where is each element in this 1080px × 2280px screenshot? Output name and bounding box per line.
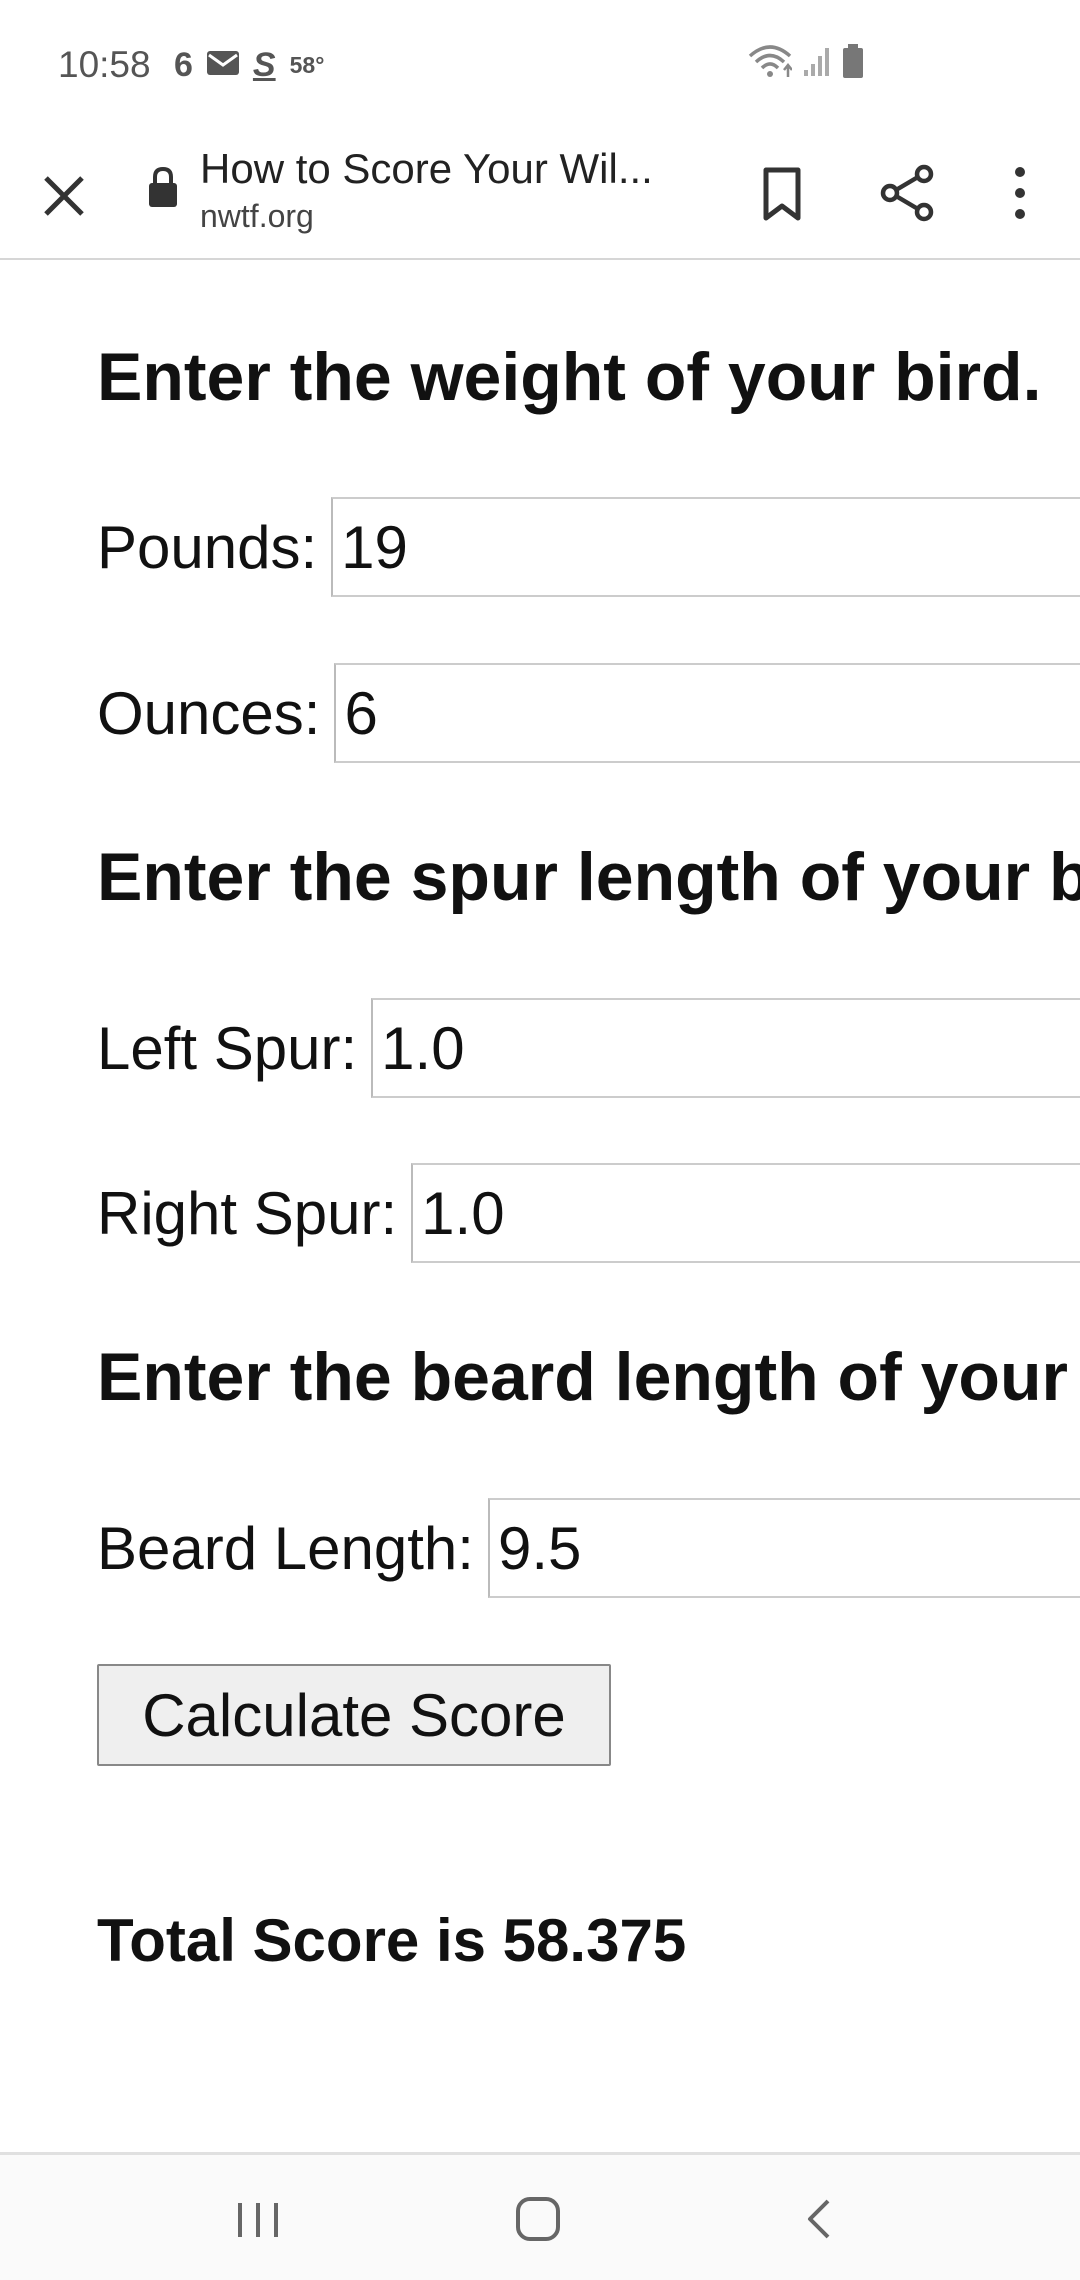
calculate-score-button[interactable]: Calculate Score (97, 1664, 611, 1766)
status-bar: 10:58 6 S 58° (0, 0, 1080, 128)
mail-icon (206, 51, 239, 80)
system-nav-bar (0, 2152, 1080, 2280)
notification-s-icon: S (252, 46, 276, 84)
close-button[interactable] (38, 160, 90, 222)
pounds-row: Pounds: (97, 497, 1080, 597)
pounds-input[interactable] (331, 497, 1080, 597)
browser-toolbar: How to Score Your Wil... nwtf.org (0, 128, 1080, 260)
recents-button[interactable] (228, 2189, 288, 2249)
page-domain: nwtf.org (200, 198, 314, 234)
signal-icon (802, 44, 832, 83)
left-spur-input[interactable] (371, 998, 1080, 1098)
temperature-text: 58° (289, 52, 325, 78)
right-spur-row: Right Spur: (97, 1163, 1080, 1263)
more-options-button[interactable] (1000, 156, 1040, 228)
ounces-input[interactable] (334, 663, 1080, 763)
home-icon (516, 2197, 560, 2241)
recents-icon (238, 2203, 278, 2237)
left-spur-row: Left Spur: (97, 998, 1080, 1098)
back-icon (808, 2199, 830, 2239)
battery-icon (842, 44, 864, 83)
lock-icon (148, 166, 178, 208)
more-vert-icon (1015, 167, 1025, 219)
share-button[interactable] (876, 156, 938, 228)
share-icon (880, 164, 934, 222)
ounces-label: Ounces: (97, 679, 321, 747)
close-icon (44, 176, 84, 216)
spur-heading: Enter the spur length of your bird. (97, 839, 1080, 915)
back-button[interactable] (790, 2189, 850, 2249)
total-score-text: Total Score is 58.375 (97, 1907, 687, 1974)
beard-row: Beard Length: (97, 1498, 1080, 1598)
pounds-label: Pounds: (97, 513, 318, 581)
right-spur-label: Right Spur: (97, 1179, 398, 1247)
notification-icons: 6 S 58° (174, 46, 324, 85)
left-spur-label: Left Spur: (97, 1014, 358, 1082)
status-time: 10:58 (58, 44, 151, 85)
home-button[interactable] (508, 2189, 568, 2249)
notification-6-icon: 6 (174, 46, 193, 84)
system-status-icons (748, 44, 864, 83)
ounces-row: Ounces: (97, 663, 1080, 763)
url-bar[interactable]: How to Score Your Wil... nwtf.org (200, 140, 700, 234)
beard-label: Beard Length: (97, 1514, 474, 1582)
bookmark-icon (763, 167, 801, 221)
beard-heading: Enter the beard length of your bird. (97, 1339, 1080, 1415)
wifi-icon (748, 44, 793, 83)
beard-input[interactable] (487, 1498, 1080, 1598)
bookmark-button[interactable] (758, 156, 806, 228)
page-title: How to Score Your Wil... (200, 145, 653, 192)
right-spur-input[interactable] (411, 1163, 1080, 1263)
page-content: Enter the weight of your bird. Pounds: O… (0, 262, 1080, 2152)
weight-heading: Enter the weight of your bird. (97, 339, 1042, 415)
